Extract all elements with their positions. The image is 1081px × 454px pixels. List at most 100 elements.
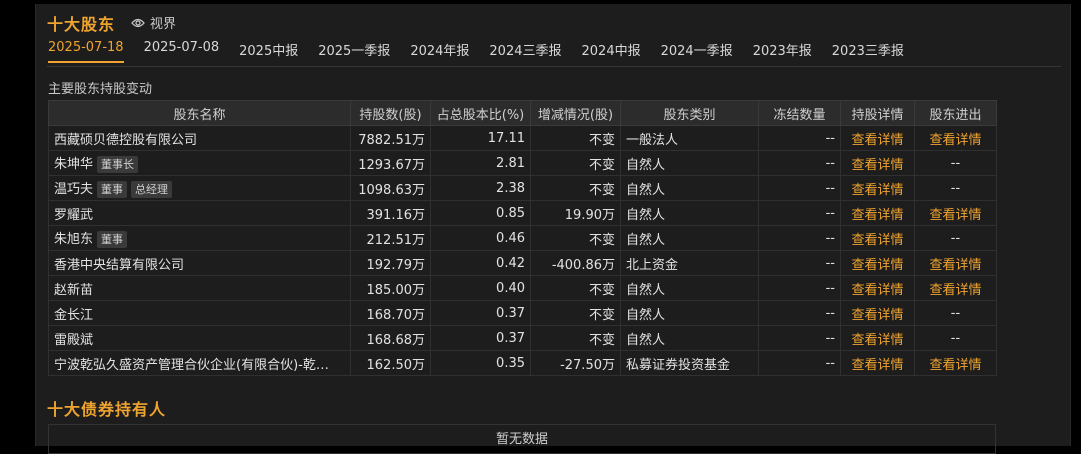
role-badge: 董事长: [97, 156, 139, 173]
holder-name: 罗耀武: [48, 200, 351, 226]
detail-cell: 查看详情: [840, 225, 915, 251]
detail-cell: 查看详情: [840, 125, 915, 151]
holder-type: 自然人: [620, 300, 759, 326]
column-header: 股东类别: [620, 100, 759, 126]
shares-held: 192.79万: [350, 250, 431, 276]
holder-type: 自然人: [620, 325, 759, 351]
table-row: 罗耀武 391.16万 0.85 19.90万 自然人 -- 查看详情 查看详情: [48, 200, 997, 226]
view-detail-link[interactable]: 查看详情: [851, 258, 903, 273]
frozen-amount: --: [758, 300, 841, 326]
inout-cell: --: [914, 300, 997, 326]
bond-holders-title: 十大债券持有人: [47, 400, 167, 419]
view-inout-link[interactable]: 查看详情: [929, 133, 981, 148]
share-change: -27.50万: [530, 350, 621, 376]
eye-icon: [131, 18, 145, 28]
detail-cell: 查看详情: [840, 250, 915, 276]
report-period-tabs: 2025-07-18 2025-07-08 2025中报 2025一季报 2024年报 2…: [48, 40, 924, 63]
shares-held: 185.00万: [350, 275, 431, 301]
frozen-amount: --: [758, 200, 841, 226]
inout-cell: --: [914, 175, 997, 201]
frozen-amount: --: [758, 175, 841, 201]
divider: [47, 66, 1061, 67]
view-detail-link[interactable]: 查看详情: [851, 308, 903, 323]
share-ratio: 0.37: [430, 325, 531, 351]
view-detail-link[interactable]: 查看详情: [851, 283, 903, 298]
view-inout-link[interactable]: 查看详情: [929, 283, 981, 298]
holder-type: 自然人: [620, 225, 759, 251]
holder-name: 朱坤华 董事长: [48, 150, 351, 176]
holder-type: 自然人: [620, 200, 759, 226]
view-detail-link[interactable]: 查看详情: [851, 333, 903, 348]
view-label: 视界: [150, 17, 177, 32]
shares-held: 168.68万: [350, 325, 431, 351]
holder-name-text: 温巧夫: [54, 182, 94, 197]
view-detail-link[interactable]: 查看详情: [851, 158, 903, 173]
column-header: 持股数(股): [350, 100, 431, 126]
holder-name-text: 罗耀武: [54, 207, 94, 223]
holder-name: 赵新苗: [48, 275, 351, 301]
view-inout-link[interactable]: 查看详情: [929, 358, 981, 373]
share-ratio: 2.81: [430, 150, 531, 176]
detail-cell: 查看详情: [840, 200, 915, 226]
inout-cell: 查看详情: [914, 350, 997, 376]
inout-cell: 查看详情: [914, 200, 997, 226]
shares-held: 162.50万: [350, 350, 431, 376]
detail-cell: 查看详情: [840, 300, 915, 326]
frozen-amount: --: [758, 350, 841, 376]
role-badge: 总经理: [131, 181, 173, 198]
view-toggle[interactable]: 视界: [131, 13, 176, 32]
view-detail-link[interactable]: 查看详情: [851, 183, 903, 198]
tab-2023年报[interactable]: 2023年报: [753, 40, 812, 63]
view-detail-link[interactable]: 查看详情: [851, 358, 903, 373]
frozen-amount: --: [758, 150, 841, 176]
share-change: 19.90万: [530, 200, 621, 226]
holders-table: 股东名称 持股数(股) 占总股本比(%) 增减情况(股) 股东类别 冻结数量 持股详情 股东进…: [48, 100, 997, 376]
holder-type: 北上资金: [620, 250, 759, 276]
view-detail-link[interactable]: 查看详情: [851, 233, 903, 248]
view-inout-link[interactable]: 查看详情: [929, 208, 981, 223]
holder-name: 金长江: [48, 300, 351, 326]
inout-cell: 查看详情: [914, 250, 997, 276]
share-change: 不变: [530, 150, 621, 176]
tab-2024三季报[interactable]: 2024三季报: [489, 40, 561, 63]
tab-2024中报[interactable]: 2024中报: [582, 40, 641, 63]
column-header: 持股详情: [840, 100, 915, 126]
holder-name-text: 雷殿斌: [54, 332, 94, 348]
share-change: 不变: [530, 175, 621, 201]
detail-cell: 查看详情: [840, 325, 915, 351]
shares-held: 1293.67万: [350, 150, 431, 176]
detail-cell: 查看详情: [840, 350, 915, 376]
view-inout-link[interactable]: 查看详情: [929, 258, 981, 273]
table-row: 宁波乾弘久盛资产管理合伙企业(有限合伙)-乾… 162.50万 0.35 -27.50…: [48, 350, 997, 376]
table-header: 股东名称 持股数(股) 占总股本比(%) 增减情况(股) 股东类别 冻结数量 持股详情 股东进…: [48, 100, 997, 126]
detail-cell: 查看详情: [840, 175, 915, 201]
share-ratio: 0.35: [430, 350, 531, 376]
tab-2025一季报[interactable]: 2025一季报: [318, 40, 390, 63]
column-header: 股东进出: [914, 100, 997, 126]
top-holders-title: 十大股东: [47, 15, 116, 34]
tab-2023三季报[interactable]: 2023三季报: [832, 40, 904, 63]
view-detail-link[interactable]: 查看详情: [851, 208, 903, 223]
share-ratio: 17.11: [430, 125, 531, 151]
holder-type: 自然人: [620, 150, 759, 176]
tab-2025-07-18[interactable]: 2025-07-18: [48, 40, 124, 63]
frozen-amount: --: [758, 125, 841, 151]
inout-cell: --: [914, 150, 997, 176]
frozen-amount: --: [758, 275, 841, 301]
empty-state: 暂无数据: [48, 424, 996, 454]
shareholders-panel: 十大股东 视界 2025-07-18 2025-07-08 2025中报 2025一季…: [35, 4, 1071, 454]
table-row: 雷殿斌 168.68万 0.37 不变 自然人 -- 查看详情 --: [48, 325, 997, 351]
tab-2025中报[interactable]: 2025中报: [239, 40, 298, 63]
frozen-amount: --: [758, 225, 841, 251]
tab-2024年报[interactable]: 2024年报: [410, 40, 469, 63]
holder-type: 自然人: [620, 175, 759, 201]
table-row: 香港中央结算有限公司 192.79万 0.42 -400.86万 北上资金 -- 查看详情 查…: [48, 250, 997, 276]
frozen-amount: --: [758, 250, 841, 276]
share-ratio: 0.46: [430, 225, 531, 251]
share-change: -400.86万: [530, 250, 621, 276]
tab-2025-07-08[interactable]: 2025-07-08: [144, 40, 220, 63]
tab-2024一季报[interactable]: 2024一季报: [661, 40, 733, 63]
share-ratio: 0.37: [430, 300, 531, 326]
holder-type: 私募证券投资基金: [620, 350, 759, 376]
view-detail-link[interactable]: 查看详情: [851, 133, 903, 148]
